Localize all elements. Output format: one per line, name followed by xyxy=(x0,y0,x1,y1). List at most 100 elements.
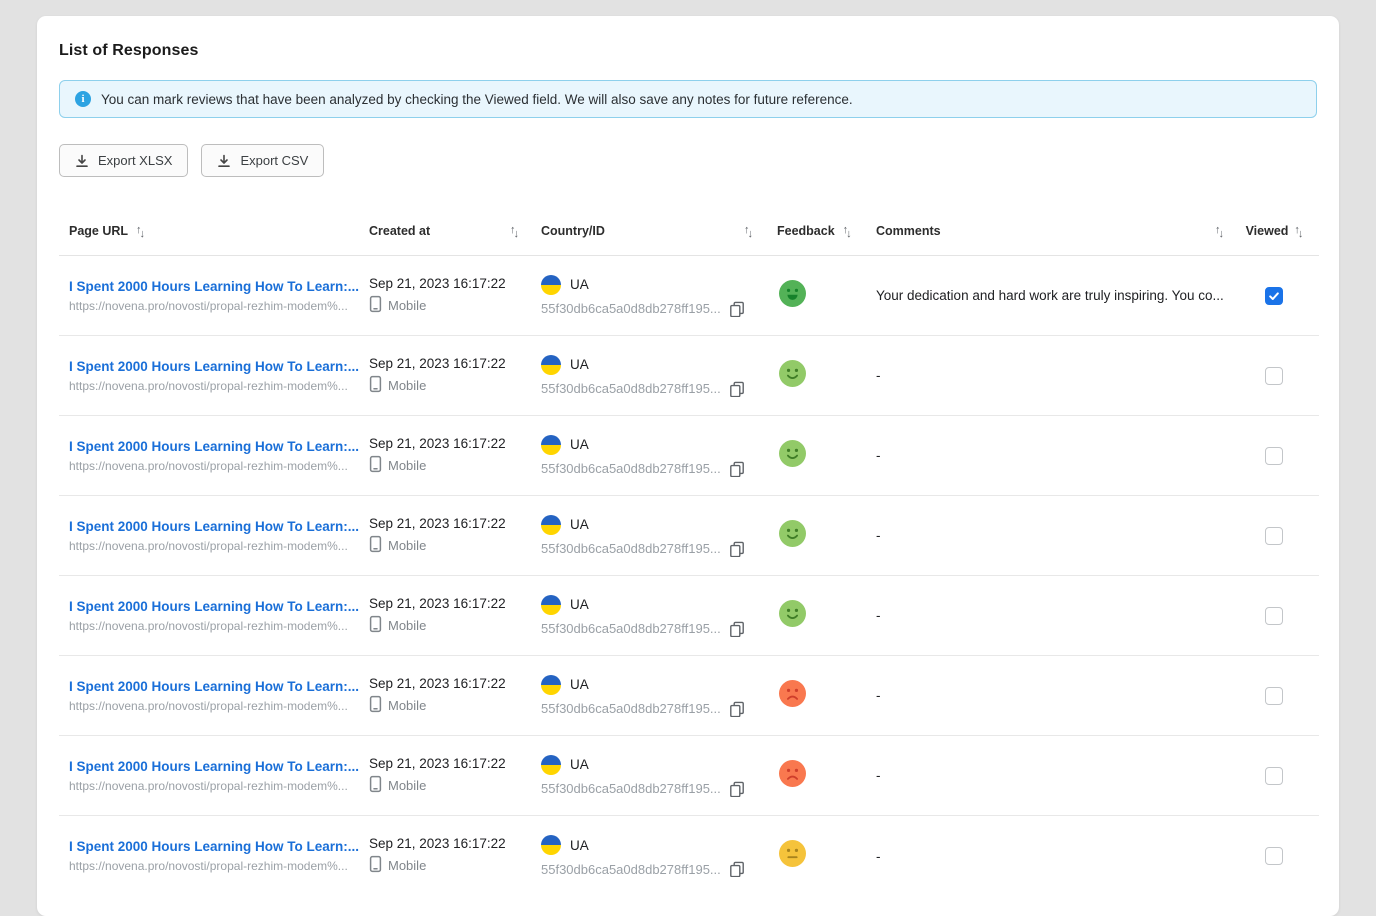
viewed-cell xyxy=(1228,767,1319,785)
response-page-link[interactable]: I Spent 2000 Hours Learning How To Learn… xyxy=(69,279,369,294)
page-url-cell: I Spent 2000 Hours Learning How To Learn… xyxy=(59,839,369,873)
page-url-cell: I Spent 2000 Hours Learning How To Learn… xyxy=(59,279,369,313)
table-row: I Spent 2000 Hours Learning How To Learn… xyxy=(59,256,1319,336)
feedback-cell xyxy=(777,280,876,312)
column-header-viewed[interactable]: Viewed ↑↓ xyxy=(1228,224,1319,238)
response-page-link[interactable]: I Spent 2000 Hours Learning How To Learn… xyxy=(69,599,369,614)
viewed-checkbox[interactable] xyxy=(1265,607,1283,625)
copy-icon[interactable] xyxy=(729,381,745,397)
responses-table: Page URL ↑↓ Created at ↑↓ Country/ID ↑↓ … xyxy=(59,206,1319,896)
page-url-cell: I Spent 2000 Hours Learning How To Learn… xyxy=(59,679,369,713)
response-id: 55f30db6ca5a0d8db278ff195... xyxy=(541,461,721,476)
viewed-checkbox[interactable] xyxy=(1265,287,1283,305)
viewed-checkbox[interactable] xyxy=(1265,687,1283,705)
device-label: Mobile xyxy=(388,538,426,553)
column-header-created-at[interactable]: Created at ↑↓ xyxy=(369,224,541,238)
ukraine-flag-icon xyxy=(541,755,561,775)
sort-icon[interactable]: ↑↓ xyxy=(136,225,143,236)
viewed-cell xyxy=(1228,447,1319,465)
response-page-url: https://novena.pro/novosti/propal-rezhim… xyxy=(69,699,369,713)
viewed-checkbox[interactable] xyxy=(1265,847,1283,865)
column-header-feedback[interactable]: Feedback ↑↓ xyxy=(777,224,876,238)
ukraine-flag-icon xyxy=(541,435,561,455)
feedback-face-icon xyxy=(779,440,806,467)
created-at-value: Sep 21, 2023 16:17:22 xyxy=(369,356,541,371)
copy-icon[interactable] xyxy=(729,541,745,557)
comment-text: - xyxy=(876,448,1228,463)
info-banner-text: You can mark reviews that have been anal… xyxy=(101,92,853,107)
sort-icon[interactable]: ↑↓ xyxy=(1294,225,1301,236)
feedback-cell xyxy=(777,840,876,872)
viewed-checkbox[interactable] xyxy=(1265,447,1283,465)
viewed-checkbox[interactable] xyxy=(1265,367,1283,385)
export-toolbar: Export XLSX Export CSV xyxy=(59,144,1317,177)
viewed-cell xyxy=(1228,367,1319,385)
viewed-checkbox[interactable] xyxy=(1265,527,1283,545)
export-csv-button[interactable]: Export CSV xyxy=(201,144,324,177)
feedback-cell xyxy=(777,440,876,472)
table-row: I Spent 2000 Hours Learning How To Learn… xyxy=(59,656,1319,736)
response-id: 55f30db6ca5a0d8db278ff195... xyxy=(541,621,721,636)
response-page-link[interactable]: I Spent 2000 Hours Learning How To Learn… xyxy=(69,519,369,534)
column-header-country-id[interactable]: Country/ID ↑↓ xyxy=(541,224,777,238)
sort-icon[interactable]: ↑↓ xyxy=(1215,225,1222,236)
mobile-device-icon xyxy=(369,535,382,556)
viewed-cell xyxy=(1228,847,1319,865)
table-header-row: Page URL ↑↓ Created at ↑↓ Country/ID ↑↓ … xyxy=(59,206,1319,256)
copy-icon[interactable] xyxy=(729,621,745,637)
created-at-value: Sep 21, 2023 16:17:22 xyxy=(369,436,541,451)
feedback-face-icon xyxy=(779,680,806,707)
copy-icon[interactable] xyxy=(729,701,745,717)
response-page-link[interactable]: I Spent 2000 Hours Learning How To Learn… xyxy=(69,759,369,774)
feedback-face-icon xyxy=(779,840,806,867)
column-label: Created at xyxy=(369,224,430,238)
copy-icon[interactable] xyxy=(729,301,745,317)
comments-cell: - xyxy=(876,368,1228,383)
comments-cell: - xyxy=(876,688,1228,703)
response-page-url: https://novena.pro/novosti/propal-rezhim… xyxy=(69,299,369,313)
created-at-value: Sep 21, 2023 16:17:22 xyxy=(369,836,541,851)
column-header-page-url[interactable]: Page URL ↑↓ xyxy=(59,224,369,238)
country-code: UA xyxy=(570,437,589,452)
copy-icon[interactable] xyxy=(729,461,745,477)
feedback-cell xyxy=(777,600,876,632)
comment-text: - xyxy=(876,849,1228,864)
response-page-link[interactable]: I Spent 2000 Hours Learning How To Learn… xyxy=(69,359,369,374)
sort-icon[interactable]: ↑↓ xyxy=(744,225,751,236)
device-label: Mobile xyxy=(388,298,426,313)
ukraine-flag-icon xyxy=(541,595,561,615)
copy-icon[interactable] xyxy=(729,861,745,877)
export-xlsx-button[interactable]: Export XLSX xyxy=(59,144,188,177)
response-page-link[interactable]: I Spent 2000 Hours Learning How To Learn… xyxy=(69,679,369,694)
response-id: 55f30db6ca5a0d8db278ff195... xyxy=(541,381,721,396)
mobile-device-icon xyxy=(369,295,382,316)
info-icon: i xyxy=(75,91,91,107)
created-at-cell: Sep 21, 2023 16:17:22 Mobile xyxy=(369,436,541,476)
comments-cell: - xyxy=(876,768,1228,783)
country-code: UA xyxy=(570,597,589,612)
response-id: 55f30db6ca5a0d8db278ff195... xyxy=(541,541,721,556)
copy-icon[interactable] xyxy=(729,781,745,797)
viewed-checkbox[interactable] xyxy=(1265,767,1283,785)
column-header-comments[interactable]: Comments ↑↓ xyxy=(876,224,1228,238)
viewed-cell xyxy=(1228,607,1319,625)
country-id-cell: UA 55f30db6ca5a0d8db278ff195... xyxy=(541,595,777,637)
created-at-cell: Sep 21, 2023 16:17:22 Mobile xyxy=(369,516,541,556)
created-at-cell: Sep 21, 2023 16:17:22 Mobile xyxy=(369,276,541,316)
country-code: UA xyxy=(570,357,589,372)
table-row: I Spent 2000 Hours Learning How To Learn… xyxy=(59,336,1319,416)
comment-text: - xyxy=(876,688,1228,703)
response-page-link[interactable]: I Spent 2000 Hours Learning How To Learn… xyxy=(69,439,369,454)
table-body: I Spent 2000 Hours Learning How To Learn… xyxy=(59,256,1319,896)
country-code: UA xyxy=(570,277,589,292)
sort-icon[interactable]: ↑↓ xyxy=(510,225,517,236)
country-code: UA xyxy=(570,677,589,692)
sort-icon[interactable]: ↑↓ xyxy=(843,225,850,236)
country-code: UA xyxy=(570,517,589,532)
ukraine-flag-icon xyxy=(541,355,561,375)
comment-text: - xyxy=(876,528,1228,543)
comment-text: - xyxy=(876,608,1228,623)
feedback-face-icon xyxy=(779,520,806,547)
response-page-link[interactable]: I Spent 2000 Hours Learning How To Learn… xyxy=(69,839,369,854)
response-page-url: https://novena.pro/novosti/propal-rezhim… xyxy=(69,379,369,393)
